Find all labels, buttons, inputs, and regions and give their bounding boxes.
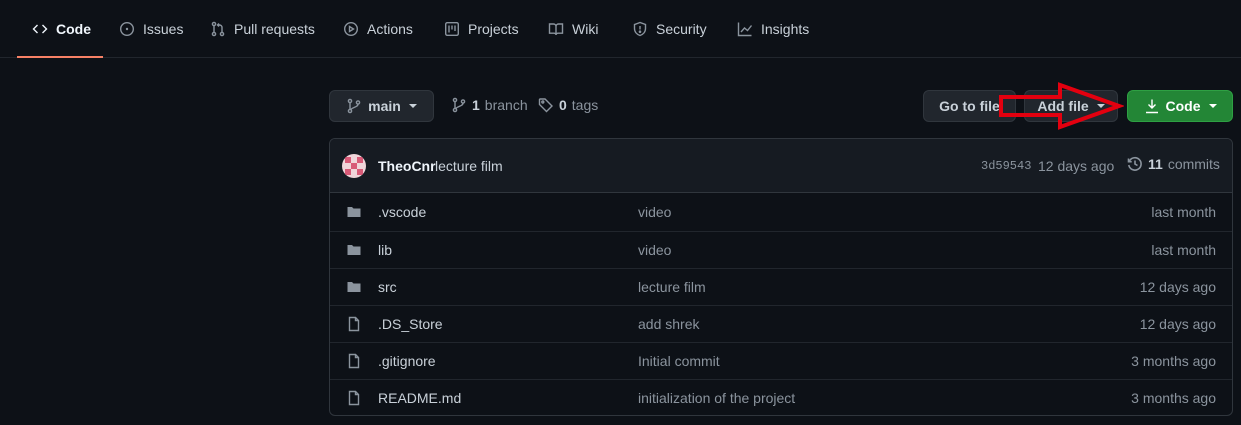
file-commit-message[interactable]: video <box>638 242 671 258</box>
file-commit-message[interactable]: add shrek <box>638 316 699 332</box>
tab-insights[interactable]: Insights <box>737 0 809 58</box>
commit-time: 12 days ago <box>1038 158 1115 174</box>
annotation-arrow <box>999 82 1124 130</box>
file-commit-message[interactable]: initialization of the project <box>638 390 795 406</box>
file-icon <box>346 353 362 369</box>
branches-link[interactable]: 1 branch <box>451 94 528 116</box>
issue-icon <box>119 21 135 37</box>
pull-request-icon <box>211 21 225 37</box>
file-commit-message[interactable]: Initial commit <box>638 353 720 369</box>
tag-count: 0 <box>559 97 567 113</box>
file-commit-time: 3 months ago <box>1131 353 1216 369</box>
file-name[interactable]: .DS_Store <box>378 316 443 332</box>
commit-count: 11 <box>1148 156 1163 172</box>
branch-select-button[interactable]: main <box>329 90 434 122</box>
code-button[interactable]: Code <box>1127 90 1233 122</box>
table-row[interactable]: .vscode video last month <box>330 194 1232 231</box>
commits-link[interactable]: 11 commits <box>1127 156 1220 172</box>
file-commit-time: 3 months ago <box>1131 390 1216 406</box>
folder-icon <box>346 279 362 295</box>
tab-projects[interactable]: Projects <box>444 0 519 58</box>
commit-author[interactable]: TheoCnr <box>378 158 436 174</box>
tab-code[interactable]: Code <box>32 0 91 58</box>
shield-icon <box>633 21 647 37</box>
tags-link[interactable]: 0 tags <box>538 94 598 116</box>
tab-security[interactable]: Security <box>632 0 707 58</box>
tab-label: Actions <box>367 21 413 37</box>
chevron-down-icon <box>408 104 417 108</box>
branch-name: main <box>368 98 401 114</box>
file-browser: TheoCnr lecture film 3d59543 12 days ago… <box>329 138 1233 416</box>
repo-nav: Code Issues Pull requests Actions Projec… <box>0 0 1241 58</box>
branch-word: branch <box>484 97 528 113</box>
file-name[interactable]: src <box>378 279 397 295</box>
go-to-file-label: Go to file <box>939 98 1000 114</box>
history-icon <box>1127 156 1142 171</box>
file-commit-time: last month <box>1151 242 1216 258</box>
file-icon <box>346 390 362 406</box>
project-icon <box>445 22 460 37</box>
tab-actions[interactable]: Actions <box>343 0 413 58</box>
file-commit-time: 12 days ago <box>1139 316 1216 332</box>
tab-label: Projects <box>468 21 519 37</box>
folder-icon <box>346 242 362 258</box>
table-row[interactable]: lib video last month <box>330 231 1232 268</box>
tab-label: Issues <box>143 21 184 37</box>
file-commit-message[interactable]: lecture film <box>638 279 706 295</box>
tab-pull-requests[interactable]: Pull requests <box>210 0 315 58</box>
latest-commit-bar: TheoCnr lecture film 3d59543 12 days ago… <box>330 139 1232 193</box>
git-branch-icon <box>452 97 466 113</box>
table-row[interactable]: .gitignore Initial commit 3 months ago <box>330 342 1232 379</box>
tab-wiki[interactable]: Wiki <box>548 0 598 58</box>
folder-icon <box>346 204 362 220</box>
code-icon <box>32 24 48 34</box>
play-icon <box>343 21 359 37</box>
commit-word: commits <box>1167 156 1220 172</box>
file-name[interactable]: README.md <box>378 390 461 406</box>
table-row[interactable]: README.md initialization of the project 3 … <box>330 379 1232 415</box>
download-icon <box>1145 99 1158 114</box>
tab-label: Insights <box>761 21 810 37</box>
file-name[interactable]: .vscode <box>378 204 426 220</box>
tab-label: Wiki <box>572 21 599 37</box>
file-icon <box>346 316 362 332</box>
commit-sha[interactable]: 3d59543 <box>981 159 1031 173</box>
tab-label: Code <box>56 21 91 37</box>
file-commit-message[interactable]: video <box>638 204 671 220</box>
branch-count: 1 <box>472 97 480 113</box>
active-tab-underline <box>17 56 103 58</box>
tab-issues[interactable]: Issues <box>119 0 183 58</box>
book-icon <box>548 23 564 36</box>
avatar[interactable] <box>342 154 366 178</box>
file-commit-time: last month <box>1151 204 1216 220</box>
tag-word: tags <box>571 97 599 113</box>
tab-label: Security <box>656 21 707 37</box>
file-name[interactable]: lib <box>378 242 392 258</box>
table-row[interactable]: .DS_Store add shrek 12 days ago <box>330 305 1232 342</box>
tab-label: Pull requests <box>234 21 315 37</box>
file-name[interactable]: .gitignore <box>378 353 436 369</box>
table-row[interactable]: src lecture film 12 days ago <box>330 268 1232 305</box>
git-branch-icon <box>347 98 361 114</box>
file-commit-time: 12 days ago <box>1139 279 1216 295</box>
commit-message[interactable]: lecture film <box>435 158 503 174</box>
chevron-down-icon <box>1208 104 1217 108</box>
code-button-label: Code <box>1165 98 1201 114</box>
graph-icon <box>737 22 753 37</box>
tag-icon <box>538 98 553 113</box>
